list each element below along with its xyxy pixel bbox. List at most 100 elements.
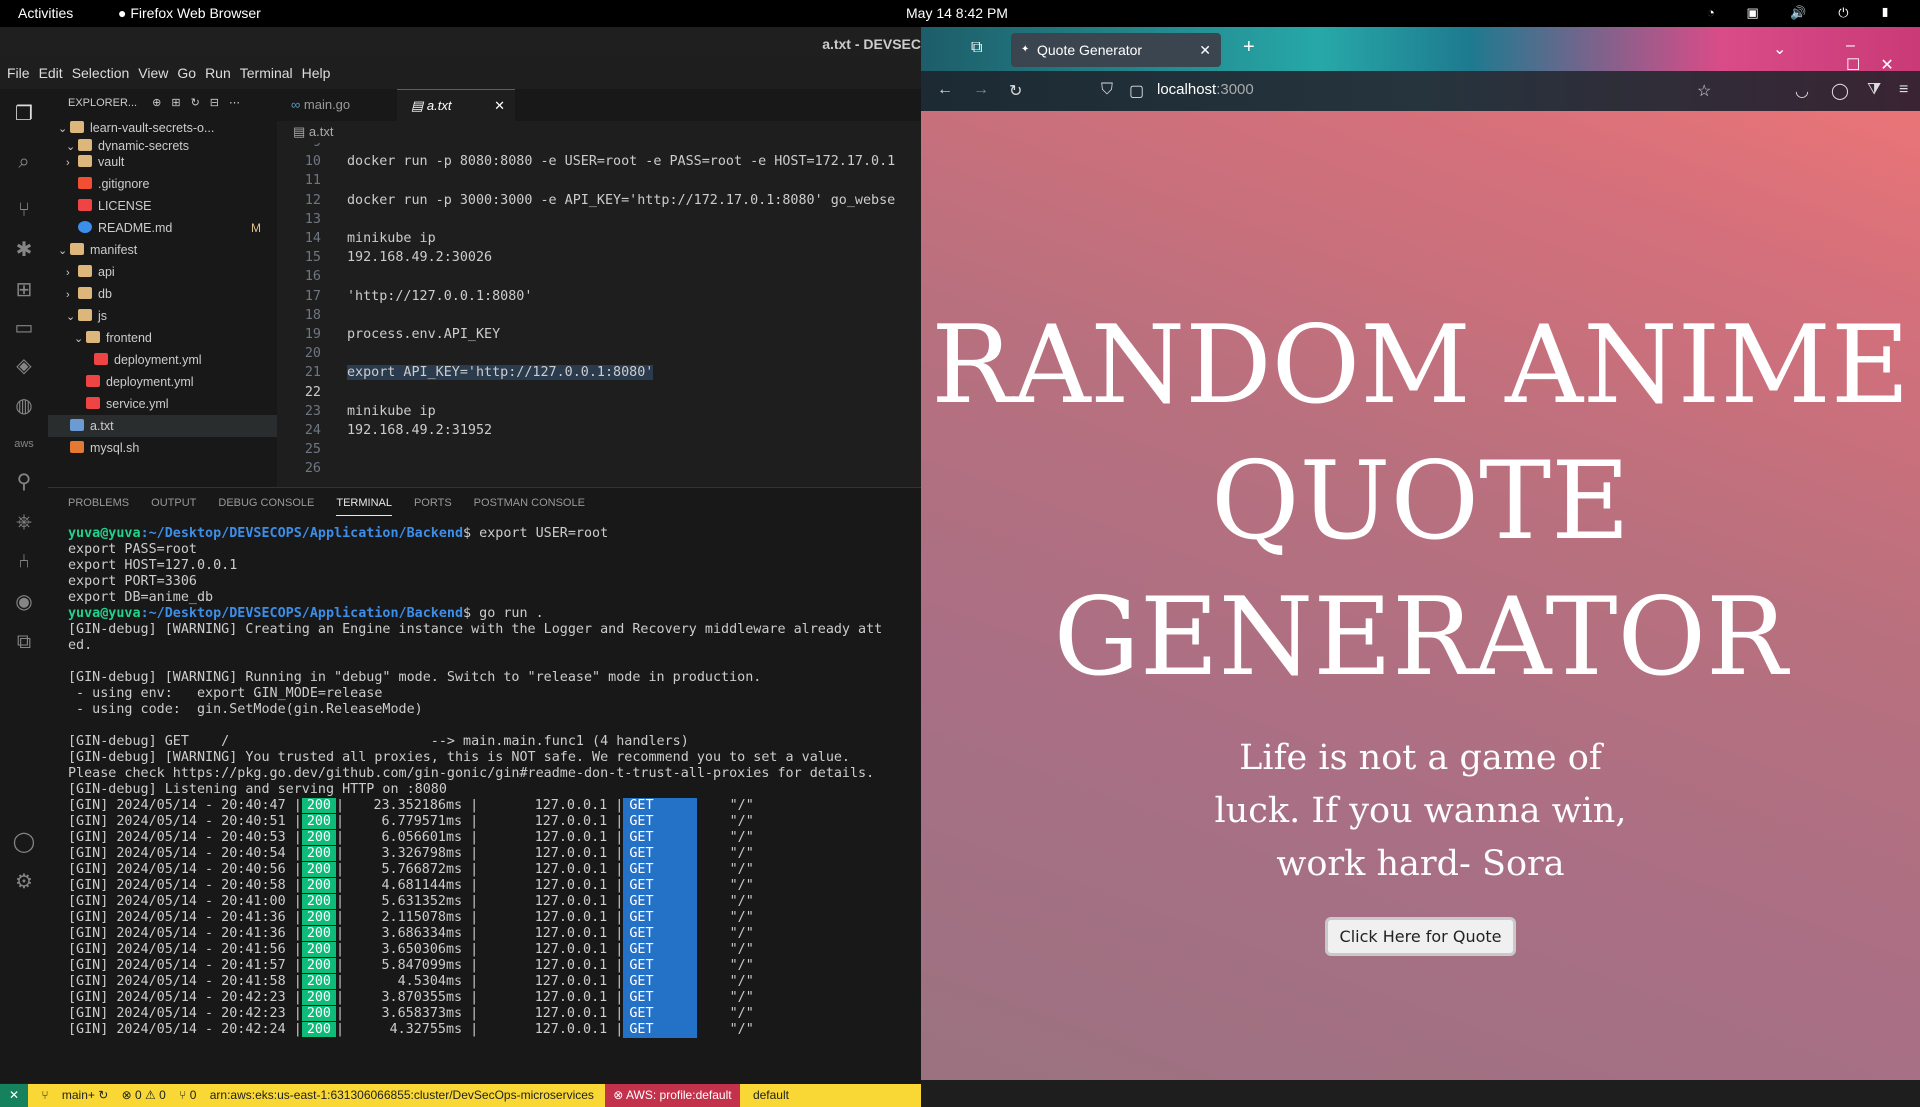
panel-tabs: PROBLEMS OUTPUT DEBUG CONSOLE TERMINAL PORTS… xyxy=(48,488,921,518)
menu-view[interactable]: View xyxy=(138,65,168,81)
namespace-indicator[interactable]: default xyxy=(753,1084,789,1107)
ports-indicator[interactable]: ⑂ 0 xyxy=(179,1084,196,1107)
menu-run[interactable]: Run xyxy=(205,65,231,81)
pocket-icon[interactable]: ◡ xyxy=(1795,81,1809,101)
panel-tab-terminal[interactable]: TERMINAL xyxy=(336,491,392,516)
get-quote-button[interactable]: Click Here for Quote xyxy=(1324,917,1517,956)
postman-icon[interactable]: ◉ xyxy=(11,589,37,615)
tree-item[interactable]: README.md M xyxy=(48,217,277,239)
new-tab-icon[interactable]: + xyxy=(1243,36,1255,59)
tree-item[interactable]: mysql.sh xyxy=(48,437,277,459)
tree-item[interactable]: ⌄ manifest xyxy=(48,239,277,261)
tracking-protection-icon[interactable]: ⛉ xyxy=(1101,81,1113,99)
branch-indicator[interactable]: ⑂ main+ ↻ xyxy=(41,1084,108,1107)
status-code: 200 xyxy=(301,942,336,957)
kubernetes-icon[interactable]: ⎈ xyxy=(11,509,37,535)
tree-item[interactable]: › api xyxy=(48,261,277,283)
aws-profile-indicator[interactable]: ⊗ AWS: profile:default xyxy=(605,1084,740,1107)
menu-terminal[interactable]: Terminal xyxy=(240,65,293,81)
code-line: docker run -p 3000:3000 -e API_KEY='http… xyxy=(347,192,896,208)
tree-item[interactable]: .gitignore xyxy=(48,173,277,195)
clock[interactable]: May 14 8:42 PM xyxy=(906,5,1008,21)
window-controls[interactable]: –☐✕ xyxy=(1846,37,1920,75)
line-number: 9 xyxy=(277,143,321,150)
panel-tab-problems[interactable]: PROBLEMS xyxy=(68,488,129,518)
panel-tab-output[interactable]: OUTPUT xyxy=(151,488,196,518)
tree-item[interactable]: ⌄ learn-vault-secrets-o... xyxy=(48,117,277,139)
close-tab-icon[interactable]: ✕ xyxy=(1199,33,1211,67)
tree-item[interactable]: deployment.yml xyxy=(48,349,277,371)
menu-file[interactable]: File xyxy=(7,65,30,81)
explorer-actions[interactable]: ⊕⊞↻⊟⋯ xyxy=(152,97,250,109)
git-graph-icon[interactable]: ⚲ xyxy=(11,469,37,495)
panel-tab-debug-console[interactable]: DEBUG CONSOLE xyxy=(218,488,314,518)
gin-request-line: [GIN] 2024/05/14 - 20:40:58 | 200 | 4.6811… xyxy=(68,878,882,894)
terminal-text: ed. xyxy=(68,638,93,653)
activities-button[interactable]: Activities xyxy=(18,5,73,21)
remote-indicator[interactable]: ✕ xyxy=(0,1084,28,1107)
account-icon[interactable]: ◯ xyxy=(11,829,37,855)
menu-icon[interactable]: ≡ xyxy=(1899,81,1908,99)
account-icon[interactable]: ◯ xyxy=(1831,81,1849,101)
settings-gear-icon[interactable]: ⚙ xyxy=(11,869,37,895)
debug-icon[interactable]: ✱ xyxy=(11,237,37,263)
chevron-icon: ⌄ xyxy=(74,333,84,345)
separator: | xyxy=(462,990,535,1005)
remote-explorer-icon[interactable]: ▭ xyxy=(11,315,37,341)
forward-icon[interactable]: → xyxy=(973,81,989,99)
yaml-file-icon xyxy=(86,397,100,409)
gitlens-icon[interactable]: ◍ xyxy=(11,393,37,419)
source-control-icon[interactable]: ⑂ xyxy=(11,197,37,223)
request-path: "/" xyxy=(729,926,754,941)
tree-item[interactable]: ⌄ frontend xyxy=(48,327,277,349)
search-icon[interactable]: ⌕ xyxy=(11,149,37,175)
tab-main-go[interactable]: ∞ main.go xyxy=(277,89,387,121)
problems-indicator[interactable]: ⊗ 0 ⚠ 0 xyxy=(122,1084,166,1107)
aws-icon[interactable]: aws xyxy=(11,431,37,457)
active-app-label[interactable]: ● Firefox Web Browser xyxy=(118,5,261,21)
tree-item[interactable]: › vault xyxy=(48,151,277,173)
tab-overview-icon[interactable]: ⧉ xyxy=(971,39,982,57)
close-tab-icon[interactable]: ✕ xyxy=(494,90,505,122)
explorer-icon[interactable]: ❐ xyxy=(11,101,37,127)
bottom-panel: PROBLEMS OUTPUT DEBUG CONSOLE TERMINAL PORTS… xyxy=(48,487,921,1084)
extensions-icon[interactable]: ⊞ xyxy=(11,277,37,303)
menu-go[interactable]: Go xyxy=(177,65,196,81)
url-bar[interactable]: localhost:3000 xyxy=(1157,81,1254,98)
extensions-icon[interactable]: ⧩ xyxy=(1867,81,1881,99)
terminal[interactable]: yuva@yuva:~/Desktop/DEVSECOPS/Applicatio… xyxy=(68,526,882,1038)
tree-item[interactable]: a.txt xyxy=(48,415,277,437)
breadcrumb-file[interactable]: a.txt xyxy=(309,124,334,139)
back-icon[interactable]: ← xyxy=(937,81,953,99)
tree-item[interactable]: ⌄ dynamic-secrets xyxy=(48,139,277,151)
list-tabs-icon[interactable]: ⌄ xyxy=(1773,39,1786,59)
k8s-cluster-indicator[interactable]: arn:aws:eks:us-east-1:631306066855:clust… xyxy=(210,1084,594,1107)
separator: | xyxy=(285,910,302,925)
tree-item[interactable]: ⌄ js xyxy=(48,305,277,327)
container-icon[interactable]: ⧉ xyxy=(11,629,37,655)
tab-quote-generator[interactable]: ✦ Quote Generator ✕ xyxy=(1011,33,1221,67)
docker-icon[interactable]: ◈ xyxy=(11,353,37,379)
menu-help[interactable]: Help xyxy=(302,65,331,81)
tree-item[interactable]: › db xyxy=(48,283,277,305)
status-code: 200 xyxy=(301,974,336,989)
panel-tab-postman-console[interactable]: POSTMAN CONSOLE xyxy=(474,488,585,518)
bookmark-star-icon[interactable]: ☆ xyxy=(1697,81,1711,101)
menu-edit[interactable]: Edit xyxy=(39,65,63,81)
code-editor[interactable]: 9 10 docker run -p 8080:8080 -e USER=root … xyxy=(277,143,921,483)
separator: | xyxy=(285,878,302,893)
tree-item[interactable]: LICENSE xyxy=(48,195,277,217)
menu-selection[interactable]: Selection xyxy=(72,65,130,81)
client-ip: 127.0.0.1 xyxy=(534,990,608,1005)
system-tray[interactable]: ◔ ▣ 🔊 ⏻ ▮ xyxy=(1707,5,1904,21)
panel-tab-ports[interactable]: PORTS xyxy=(414,488,452,518)
page-info-icon[interactable]: ▢ xyxy=(1129,81,1144,101)
tree-item[interactable]: service.yml xyxy=(48,393,277,415)
separator: | xyxy=(462,942,535,957)
tree-item[interactable]: deployment.yml xyxy=(48,371,277,393)
gin-prefix: [GIN] xyxy=(68,878,117,893)
reload-icon[interactable]: ↻ xyxy=(1009,81,1022,101)
tab-a-txt[interactable]: ▤ a.txt ✕ xyxy=(397,89,515,121)
url-port: :3000 xyxy=(1216,81,1254,98)
pull-requests-icon[interactable]: ⑃ xyxy=(11,549,37,575)
